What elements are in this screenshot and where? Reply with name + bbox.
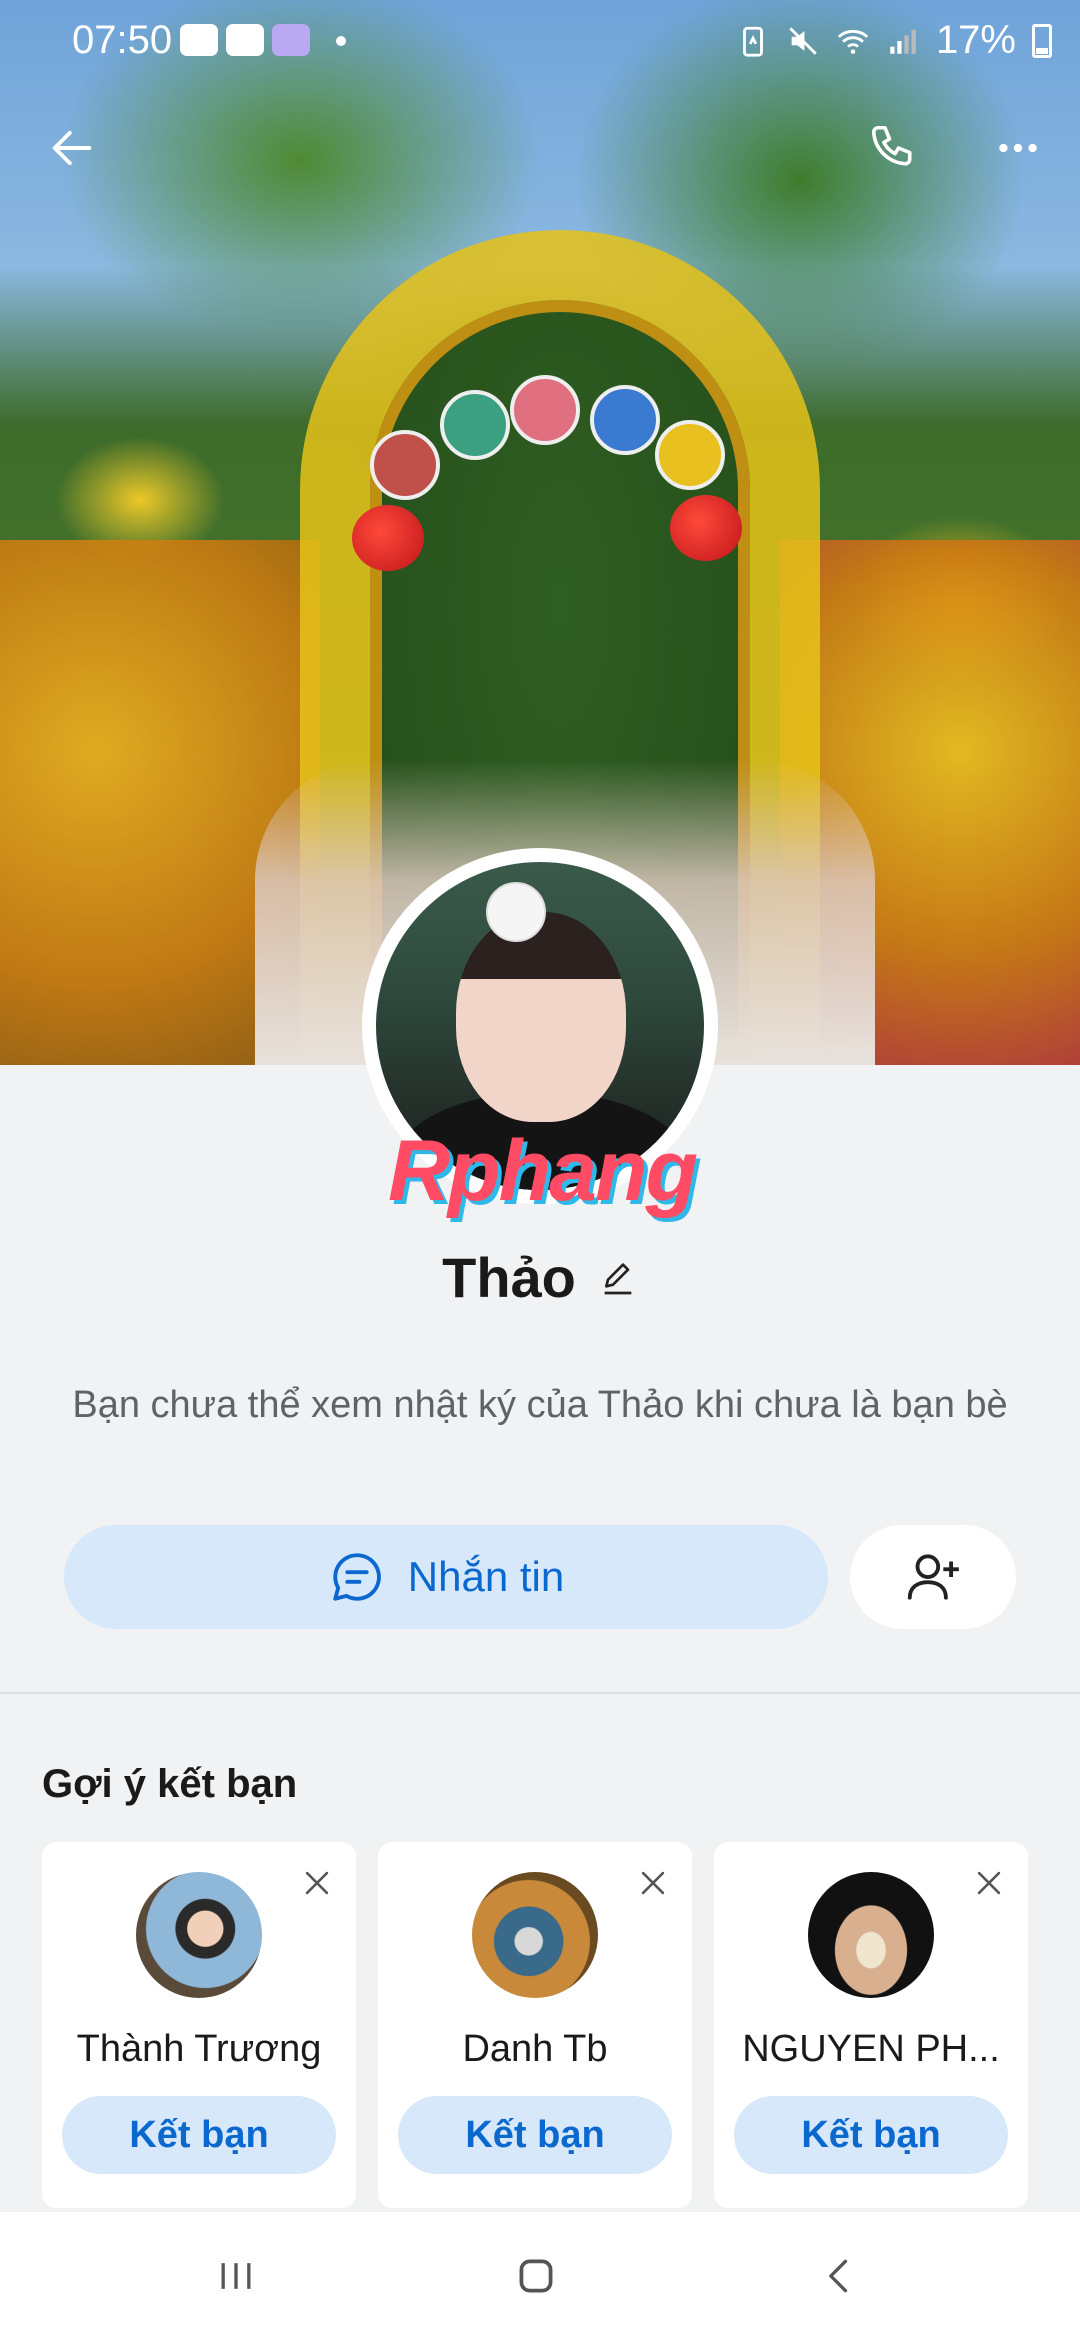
recent-apps-button[interactable]: [196, 2242, 276, 2310]
avatar-face: [456, 912, 626, 1122]
mute-icon: [789, 26, 817, 55]
add-user-icon: [907, 1554, 959, 1600]
privacy-note: Bạn chưa thể xem nhật ký của Thảo khi ch…: [72, 1384, 1008, 1426]
system-back-button[interactable]: [800, 2242, 880, 2310]
message-button-label: Nhắn tin: [407, 1553, 565, 1600]
arrow-left-icon: [52, 130, 92, 166]
suggestion-name: NGUYEN PH...: [742, 2028, 1000, 2070]
battery-icon: [1032, 23, 1052, 58]
bunny-sticker: [486, 882, 546, 942]
profile-name-row: Thảo: [0, 1245, 1080, 1310]
section-divider: [0, 1692, 1080, 1694]
suggestion-avatar[interactable]: [808, 1872, 934, 1998]
add-friend-button[interactable]: [850, 1525, 1016, 1629]
app-icon: [272, 24, 310, 56]
status-right: 17%: [736, 18, 1052, 63]
youtube-icon: [226, 24, 264, 56]
chat-bubble-icon: [333, 1553, 381, 1601]
cover-sign: [370, 430, 440, 500]
cover-sign: [590, 385, 660, 455]
system-nav-bar: [0, 2212, 1080, 2340]
watermark-logo: Rphang: [387, 1123, 698, 1219]
close-icon[interactable]: [972, 1866, 1006, 1900]
add-friend-suggestion-button[interactable]: Kết bạn: [62, 2096, 336, 2174]
suggestion-name: Danh Tb: [462, 2028, 608, 2070]
cover-lantern: [670, 495, 742, 561]
notification-icons: [180, 24, 310, 56]
cover-sign: [510, 375, 580, 445]
suggestion-card[interactable]: Thành Trương Kết bạn: [42, 1842, 356, 2208]
cover-sign: [655, 420, 725, 490]
status-time: 07:50: [72, 18, 173, 62]
youtube-icon: [180, 24, 218, 56]
suggestion-avatar[interactable]: [472, 1872, 598, 1998]
pencil-icon[interactable]: [598, 1258, 638, 1298]
suggestion-card[interactable]: NGUYEN PH... Kết bạn: [714, 1842, 1028, 2208]
home-icon: [519, 2259, 553, 2293]
suggestion-card[interactable]: Danh Tb Kết bạn: [378, 1842, 692, 2208]
profile-name: Thảo: [442, 1246, 576, 1309]
message-button[interactable]: Nhắn tin: [64, 1525, 828, 1629]
add-friend-suggestion-button[interactable]: Kết bạn: [734, 2096, 1008, 2174]
back-button[interactable]: [36, 112, 108, 184]
suggestion-name: Thành Trương: [76, 2028, 322, 2070]
close-icon[interactable]: [300, 1866, 334, 1900]
more-dots-icon: [999, 143, 1037, 153]
battery-saver-icon: [743, 26, 763, 57]
chevron-left-icon: [829, 2259, 848, 2293]
suggestions-title: Gợi ý kết bạn: [42, 1762, 298, 1806]
close-icon[interactable]: [636, 1866, 670, 1900]
cover-sign: [440, 390, 510, 460]
wifi-icon: [837, 29, 869, 54]
phone-icon: [871, 125, 912, 166]
signal-icon: [890, 29, 916, 54]
status-bar: 07:50 17%: [0, 0, 1080, 84]
home-button[interactable]: [496, 2242, 576, 2310]
more-notifications-dot: [336, 36, 346, 46]
suggestion-avatar[interactable]: [136, 1872, 262, 1998]
add-friend-suggestion-button[interactable]: Kết bạn: [398, 2096, 672, 2174]
call-button[interactable]: [858, 112, 930, 184]
recent-apps-icon: [221, 2263, 251, 2289]
battery-percent: 17%: [935, 18, 1016, 62]
more-options-button[interactable]: [982, 112, 1054, 184]
cover-lantern: [352, 505, 424, 571]
